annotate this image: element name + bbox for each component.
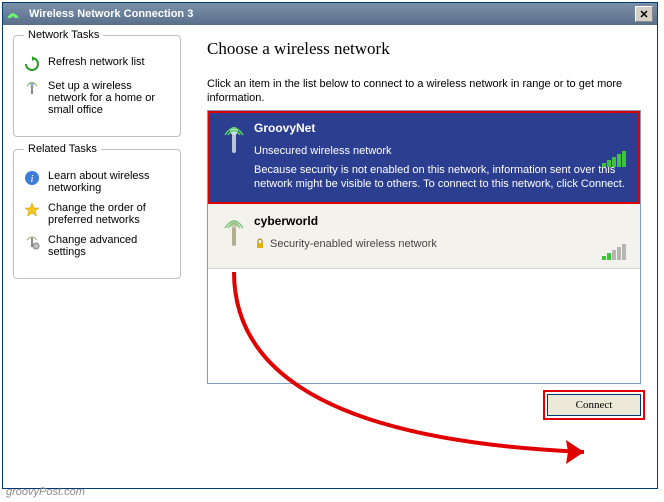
task-label: Refresh network list <box>48 56 145 68</box>
antenna-icon <box>220 214 254 248</box>
task-label: Change advanced settings <box>48 234 172 258</box>
task-label: Set up a wireless network for a home or … <box>48 80 172 116</box>
instruction-text: Click an item in the list below to conne… <box>207 77 641 106</box>
network-type: Security-enabled wireless network <box>254 238 628 250</box>
button-bar: Connect <box>207 384 641 416</box>
task-label: Learn about wireless networking <box>48 170 172 194</box>
antenna-icon <box>220 121 254 155</box>
antenna-icon <box>22 80 42 96</box>
info-icon: i <box>22 170 42 186</box>
task-advanced[interactable]: Change advanced settings <box>22 234 172 258</box>
network-type: Unsecured wireless network <box>254 145 628 157</box>
window-body: Network Tasks Refresh network list Set u… <box>3 25 657 488</box>
network-item[interactable]: cyberworld Security-enabled wireless net… <box>208 204 640 269</box>
wifi-icon <box>7 8 23 20</box>
task-change-order[interactable]: Change the order of preferred networks <box>22 202 172 226</box>
star-icon <box>22 202 42 218</box>
network-item-selected[interactable]: GroovyNet Unsecured wireless network Bec… <box>208 111 640 205</box>
main-panel: Choose a wireless network Click an item … <box>191 25 657 488</box>
refresh-icon <box>22 56 42 72</box>
window-title: Wireless Network Connection 3 <box>29 8 635 20</box>
watermark: groovyPost.com <box>6 486 85 498</box>
task-learn[interactable]: i Learn about wireless networking <box>22 170 172 194</box>
sidebar: Network Tasks Refresh network list Set u… <box>3 25 191 488</box>
close-button[interactable]: ✕ <box>635 6 653 22</box>
window: Wireless Network Connection 3 ✕ Network … <box>2 2 658 489</box>
signal-strength-icon <box>602 244 626 260</box>
svg-text:i: i <box>30 173 33 185</box>
network-tasks-group: Network Tasks Refresh network list Set u… <box>13 35 181 137</box>
network-name: cyberworld <box>254 214 628 228</box>
page-heading: Choose a wireless network <box>207 39 641 59</box>
group-legend: Network Tasks <box>24 29 103 41</box>
settings-icon <box>22 234 42 250</box>
task-label: Change the order of preferred networks <box>48 202 172 226</box>
signal-strength-icon <box>602 151 626 167</box>
group-legend: Related Tasks <box>24 143 101 155</box>
related-tasks-group: Related Tasks i Learn about wireless net… <box>13 149 181 279</box>
network-desc: Because security is not enabled on this … <box>254 163 628 193</box>
task-setup-network[interactable]: Set up a wireless network for a home or … <box>22 80 172 116</box>
connect-button[interactable]: Connect <box>547 394 641 416</box>
network-list: GroovyNet Unsecured wireless network Bec… <box>207 110 641 384</box>
titlebar: Wireless Network Connection 3 ✕ <box>3 3 657 25</box>
lock-icon <box>254 238 266 250</box>
task-refresh[interactable]: Refresh network list <box>22 56 172 72</box>
network-name: GroovyNet <box>254 121 628 135</box>
